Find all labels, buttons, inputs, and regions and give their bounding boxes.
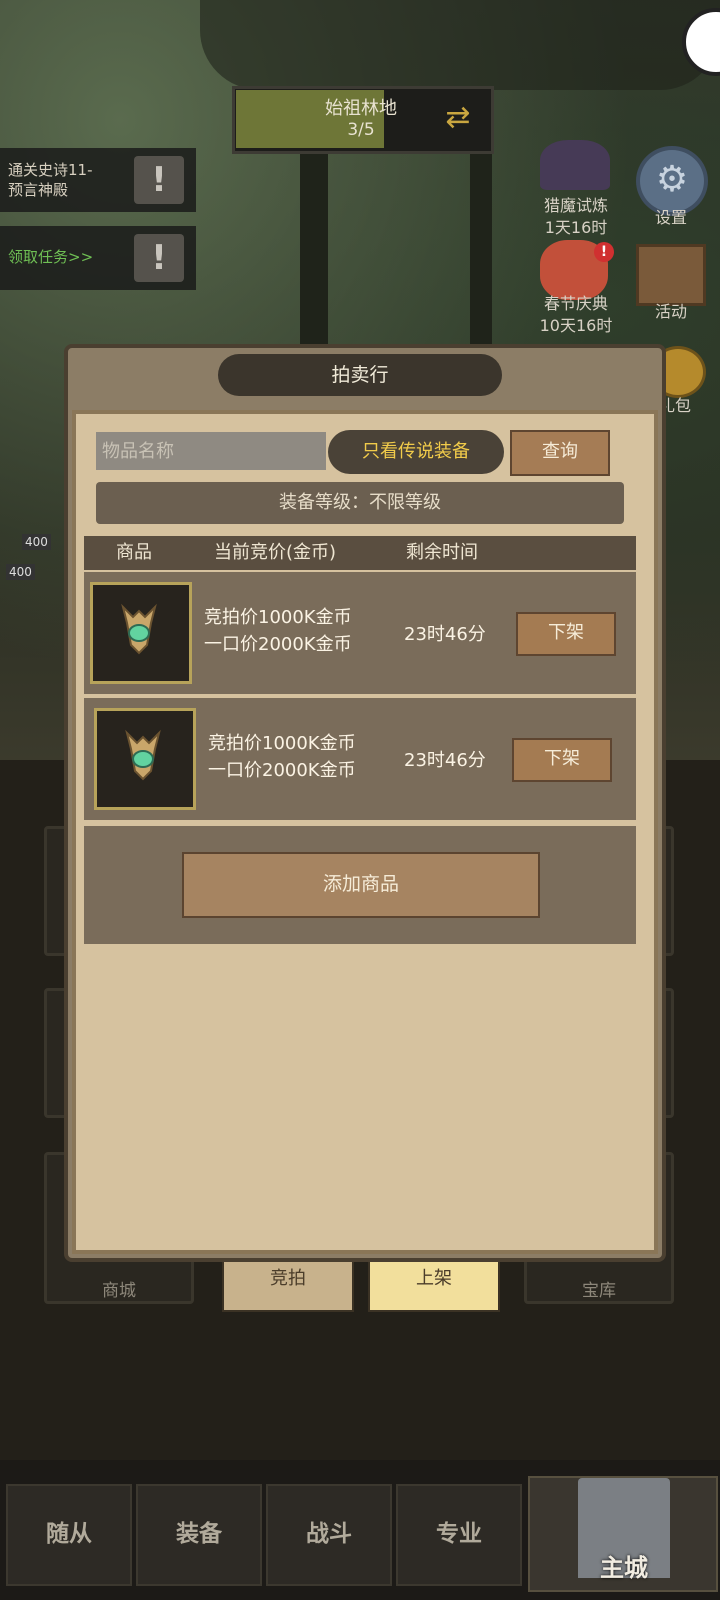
tree-canopy <box>200 0 720 90</box>
item-name-search-input[interactable] <box>96 432 326 470</box>
activity-icon[interactable] <box>636 244 706 306</box>
equipment-level-filter[interactable]: 装备等级：不限等级 <box>96 482 624 524</box>
amulet-icon <box>121 603 157 655</box>
notification-badge: ! <box>594 242 614 262</box>
nav-followers[interactable]: 随从 <box>6 1484 132 1586</box>
accept-quest-link[interactable]: 领取任务>> <box>8 246 93 267</box>
bid-price: 竞拍价1000K金币 <box>208 733 356 754</box>
remaining-time: 23时46分 <box>404 624 486 645</box>
buyout-price: 一口价2000K金币 <box>204 634 352 655</box>
switch-area-icon[interactable]: ⇄ <box>432 92 484 144</box>
delist-button[interactable]: 下架 <box>516 612 616 656</box>
legendary-only-toggle[interactable]: 只看传说装备 <box>328 430 504 474</box>
table-row: 竞拍价1000K金币 一口价2000K金币 23时46分 下架 <box>84 698 636 820</box>
nav-battle[interactable]: 战斗 <box>266 1484 392 1586</box>
alert-icon: ! <box>134 234 184 282</box>
query-button[interactable]: 查询 <box>510 430 610 476</box>
activity-label: 活动 <box>654 302 687 321</box>
item-slot[interactable] <box>94 708 196 810</box>
shop-label: 商城 <box>102 1281 136 1301</box>
amulet-icon <box>125 729 161 781</box>
demon-hunt-label: 猎魔试炼 <box>543 196 608 215</box>
hp-tag: 400 <box>22 534 51 550</box>
nav-main-city-label: 主城 <box>600 1554 648 1582</box>
header-item: 商品 <box>116 542 152 563</box>
festival-time: 10天16时 <box>539 316 613 335</box>
accept-quest[interactable]: 领取任务>> ! <box>0 226 196 290</box>
quest-tracker[interactable]: 通关史诗11- 预言神殿 ! <box>0 148 196 212</box>
alert-icon: ! <box>134 156 184 204</box>
header-remaining-time: 剩余时间 <box>406 542 478 563</box>
nav-equipment[interactable]: 装备 <box>136 1484 262 1586</box>
header-current-bid: 当前竞价(金币) <box>214 542 337 563</box>
modal-title: 拍卖行 <box>218 354 502 396</box>
quest-text: 通关史诗11- 预言神殿 <box>8 161 93 199</box>
item-slot[interactable] <box>90 582 192 684</box>
delist-button[interactable]: 下架 <box>512 738 612 782</box>
remaining-time: 23时46分 <box>404 750 486 771</box>
hp-tag: 400 <box>6 564 35 580</box>
settings-label: 设置 <box>654 208 687 227</box>
nav-profession[interactable]: 专业 <box>396 1484 522 1586</box>
demon-hunt-icon[interactable] <box>540 140 610 190</box>
table-row: 竞拍价1000K金币 一口价2000K金币 23时46分 下架 <box>84 572 636 694</box>
bid-price: 竞拍价1000K金币 <box>204 607 352 628</box>
demon-hunt-time: 1天16时 <box>544 218 608 237</box>
buyout-price: 一口价2000K金币 <box>208 760 356 781</box>
add-item-button[interactable]: 添加商品 <box>182 852 540 918</box>
table-header <box>84 536 636 570</box>
vault-label: 宝库 <box>582 1281 616 1301</box>
festival-label: 春节庆典 <box>543 294 608 313</box>
